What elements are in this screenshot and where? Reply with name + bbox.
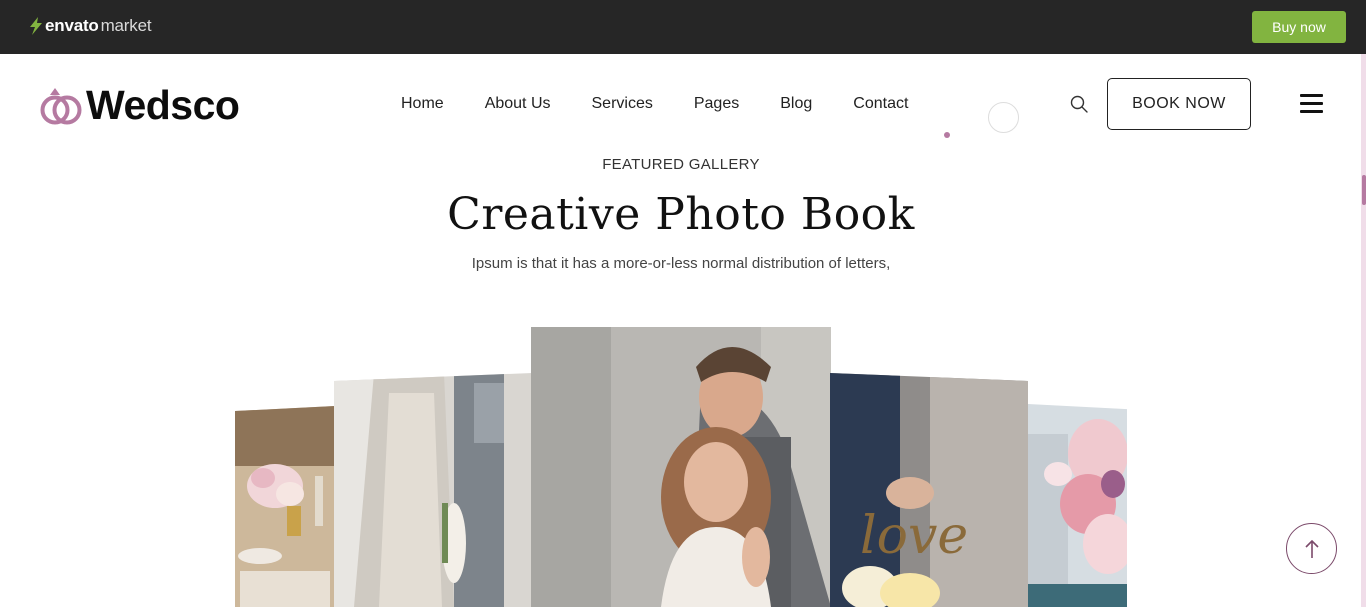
couple-portrait-photo[interactable] [531,327,831,607]
cursor-dot [944,132,950,138]
hamburger-menu-icon[interactable] [1300,94,1323,114]
search-icon[interactable] [1070,95,1088,113]
envato-top-bar: envato market Buy now [0,0,1366,54]
site-logo-text: Wedsco [86,82,240,128]
wedding-rings-icon [40,87,82,124]
main-nav: Home About Us Services Pages Blog Contac… [401,95,908,113]
envato-brand-text: envato [45,16,99,35]
bride-dress-photo[interactable] [334,373,532,607]
envato-leaf-icon [30,17,42,35]
nav-pages[interactable]: Pages [694,95,739,113]
envato-market-text: market [100,16,152,35]
buy-now-button[interactable]: Buy now [1252,11,1346,43]
nav-home[interactable]: Home [401,95,444,113]
nav-about-us[interactable]: About Us [485,95,551,113]
arrow-up-icon [1304,539,1319,558]
nav-contact[interactable]: Contact [853,95,908,113]
nav-blog[interactable]: Blog [780,95,812,113]
section-title: Creative Photo Book [447,189,915,240]
cursor-ring [988,102,1019,133]
scrollbar-track[interactable] [1361,54,1366,607]
nav-services[interactable]: Services [592,95,653,113]
section-eyebrow: FEATURED GALLERY [602,156,760,173]
section-subtitle: Ipsum is that it has a more-or-less norm… [471,255,891,272]
envato-market-logo[interactable]: envato market [29,15,152,37]
site-logo[interactable]: Wedsco [39,82,240,129]
site-header: Wedsco Home About Us Services Pages Blog… [0,54,1361,154]
back-to-top-button[interactable] [1286,523,1337,574]
book-now-button[interactable]: BOOK NOW [1107,78,1251,130]
table-setting-photo[interactable] [235,406,335,607]
svg-text:love: love [860,506,968,566]
love-sign-photo[interactable]: love [830,373,1028,607]
flower-arch-photo[interactable] [1028,404,1127,607]
scrollbar-thumb[interactable] [1362,175,1366,205]
